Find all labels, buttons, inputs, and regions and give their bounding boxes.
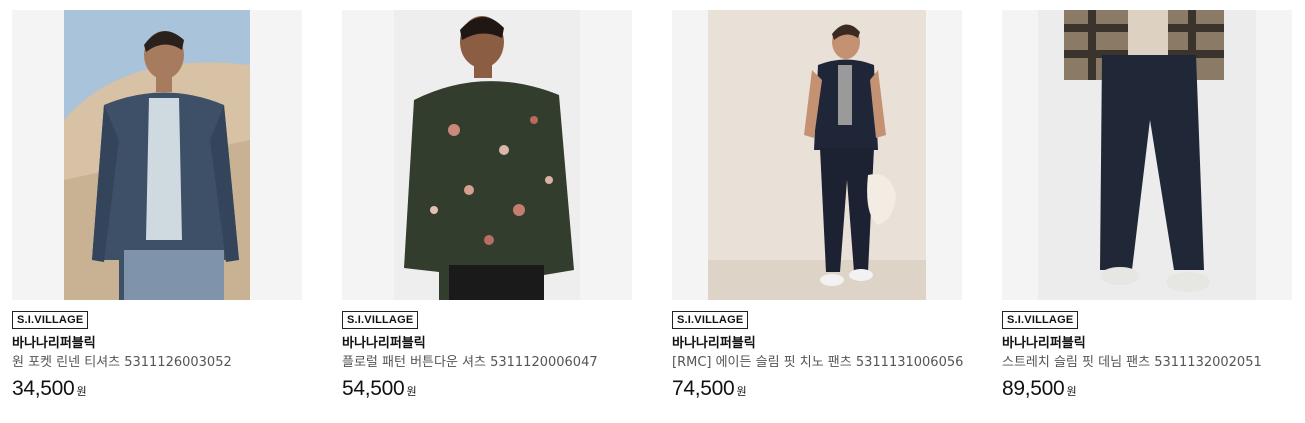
product-card[interactable]: S.I.VILLAGE 바나나리퍼블릭 플로럴 패턴 버튼다운 셔츠 53111… [342,10,632,410]
product-card[interactable]: S.I.VILLAGE 바나나리퍼블릭 스트레치 슬림 핏 데님 팬츠 5311… [1002,10,1292,410]
product-price: 74,500 [672,377,735,400]
product-brand[interactable]: 바나나리퍼블릭 [1002,335,1292,353]
store-badge: S.I.VILLAGE [672,311,749,329]
store-badge: S.I.VILLAGE [342,311,419,329]
product-card[interactable]: S.I.VILLAGE 바나나리퍼블릭 원 포켓 린넨 티셔츠 53111260… [12,10,302,410]
product-name[interactable]: 원 포켓 린넨 티셔츠 5311126003052 [12,354,302,372]
product-name[interactable]: 플로럴 패턴 버튼다운 셔츠 5311120006047 [342,354,632,372]
product-card[interactable]: S.I.VILLAGE 바나나리퍼블릭 [RMC] 에이든 슬림 핏 치노 팬츠… [672,10,963,410]
product-brand[interactable]: 바나나리퍼블릭 [12,335,302,353]
product-brand[interactable]: 바나나리퍼블릭 [342,335,632,353]
product-grid: S.I.VILLAGE 바나나리퍼블릭 원 포켓 린넨 티셔츠 53111260… [0,0,1305,423]
product-price: 54,500 [342,377,405,400]
product-price: 89,500 [1002,377,1065,400]
store-badge: S.I.VILLAGE [1002,311,1079,329]
price-row: 89,500 원 [1002,377,1292,401]
store-badge: S.I.VILLAGE [12,311,89,329]
product-brand[interactable]: 바나나리퍼블릭 [672,335,962,353]
model-photo-chino-pants [708,10,926,300]
model-photo-linen-shirt [64,10,250,300]
price-row: 54,500 원 [342,377,632,401]
product-image[interactable] [12,10,302,300]
product-price: 34,500 [12,377,75,400]
price-row: 74,500 원 [672,377,962,401]
currency-unit: 원 [76,385,87,398]
currency-unit: 원 [1066,385,1077,398]
price-row: 34,500 원 [12,377,302,401]
product-image[interactable] [1002,10,1292,300]
product-image[interactable] [672,10,962,300]
currency-unit: 원 [736,385,747,398]
model-photo-floral-shirt [394,10,580,300]
product-name[interactable]: 스트레치 슬림 핏 데님 팬츠 5311132002051 [1002,354,1292,372]
currency-unit: 원 [406,385,417,398]
product-image[interactable] [342,10,632,300]
product-name[interactable]: [RMC] 에이든 슬림 핏 치노 팬츠 5311131006056 [672,354,963,372]
model-photo-denim-pants [1038,10,1256,300]
